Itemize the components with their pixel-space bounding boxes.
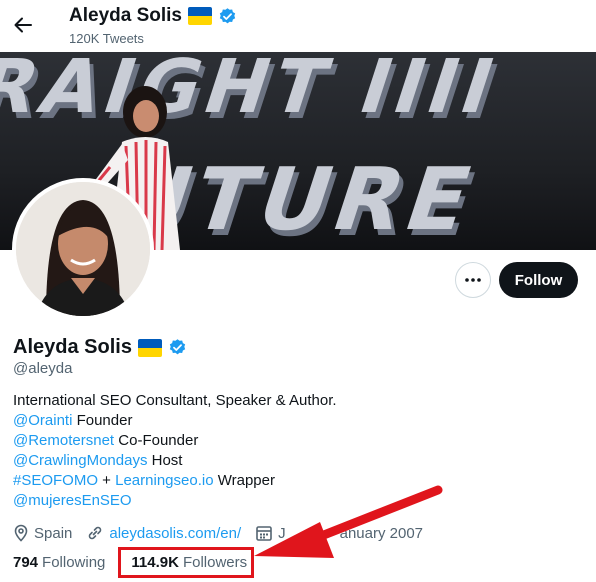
bio-text: Founder: [72, 412, 133, 429]
header-name: Aleyda Solis: [69, 5, 182, 26]
followers-highlight-box: [118, 547, 254, 578]
link-icon: [89, 526, 102, 540]
following-label: Following: [42, 554, 106, 571]
website-link[interactable]: aleydasolis.com/en/: [109, 525, 241, 542]
ukraine-flag-icon: [137, 338, 162, 357]
header-name-row: Aleyda Solis: [69, 5, 237, 27]
profile-avatar[interactable]: [12, 178, 154, 320]
mention-link[interactable]: @CrawlingMondays: [13, 452, 147, 469]
profile-handle: @aleyda: [13, 360, 73, 377]
annotation-arrow-icon: [254, 485, 443, 558]
more-horizontal-icon: [465, 278, 481, 282]
bio-line: @Remotersnet Co-Founder: [13, 431, 573, 451]
bio-line: International SEO Consultant, Speaker & …: [13, 392, 337, 409]
mention-link[interactable]: @Orainti: [13, 412, 72, 429]
tweet-count: 120K Tweets: [69, 31, 144, 46]
following-count: 794: [13, 554, 39, 571]
profile-name-row: Aleyda Solis: [13, 336, 187, 359]
hashtag-link[interactable]: #SEOFOMO: [13, 472, 98, 489]
url-link[interactable]: Learningseo.io: [115, 472, 213, 489]
location-text: Spain: [34, 524, 73, 542]
location-pin-icon: [14, 524, 28, 542]
profile-name: Aleyda Solis: [13, 336, 132, 358]
website: aleydasolis.com/en/: [86, 524, 241, 542]
more-options-button[interactable]: [455, 262, 491, 298]
verified-badge-icon: [169, 339, 186, 355]
location: Spain: [13, 524, 72, 542]
following-stat[interactable]: 794 Following: [13, 554, 105, 571]
verified-badge-icon: [219, 7, 236, 23]
back-arrow-icon: [14, 17, 32, 33]
profile-header-bar: Aleyda Solis 120K Tweets: [0, 0, 596, 52]
bio-text: Co-Founder: [114, 432, 199, 449]
mention-link[interactable]: @Remotersnet: [13, 432, 114, 449]
back-button[interactable]: [10, 12, 36, 38]
follow-button[interactable]: Follow: [499, 262, 578, 298]
bio-text: Host: [147, 452, 183, 469]
avatar-photo: [16, 182, 150, 316]
bio-line: @CrawlingMondays Host: [13, 451, 573, 471]
mention-link[interactable]: @mujeresEnSEO: [13, 492, 132, 509]
ukraine-flag-icon: [188, 7, 212, 25]
bio-text: +: [98, 472, 116, 489]
bio-line: @Orainti Founder: [13, 411, 573, 431]
